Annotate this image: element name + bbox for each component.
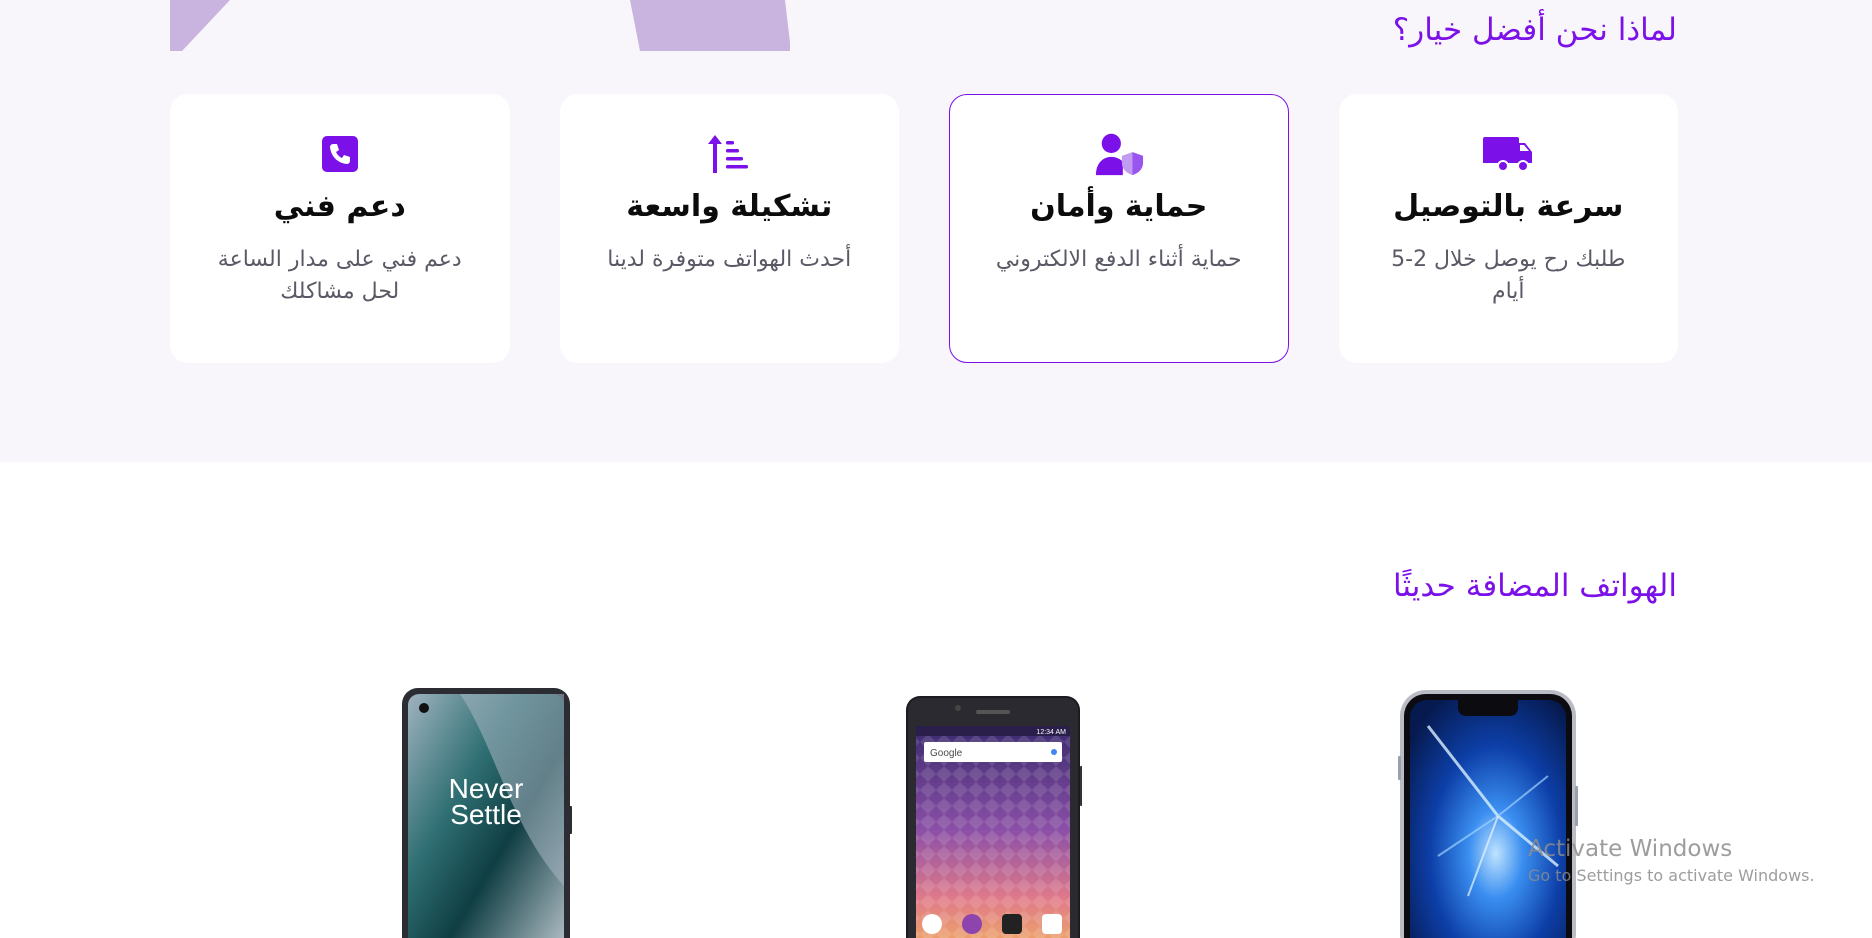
new-phones-heading: الهواتف المضافة حديثًا bbox=[1392, 568, 1677, 604]
svg-text:Settle: Settle bbox=[450, 799, 522, 830]
sort-up-icon bbox=[704, 131, 754, 177]
features-list: سرعة بالتوصيل طلبك رح يوصل خلال 2-5 أيام… bbox=[170, 94, 1678, 363]
user-shield-icon bbox=[1094, 131, 1144, 177]
hero-decoration bbox=[170, 0, 790, 51]
svg-text:12:34 AM: 12:34 AM bbox=[1036, 729, 1066, 736]
truck-icon bbox=[1483, 131, 1533, 177]
feature-card-variety: تشكيلة واسعة أحدث الهواتف متوفرة لدينا bbox=[559, 94, 899, 363]
why-us-heading: لماذا نحن أفضل خيار؟ bbox=[1392, 12, 1677, 48]
feature-description: حماية أثناء الدفع الالكتروني bbox=[995, 247, 1242, 272]
oneplus-product-image[interactable]: Never Settle bbox=[400, 686, 572, 938]
feature-title: تشكيلة واسعة bbox=[626, 189, 833, 224]
windows-activation-watermark: Activate Windows Go to Settings to activ… bbox=[1528, 836, 1815, 885]
feature-title: حماية وأمان bbox=[1030, 189, 1208, 224]
feature-title: دعم فني bbox=[273, 189, 406, 224]
feature-description: دعم فني على مدار الساعة لحل مشاكلك bbox=[217, 247, 462, 304]
svg-text:Google: Google bbox=[930, 748, 963, 759]
feature-card-security: حماية وأمان حماية أثناء الدفع الالكتروني bbox=[949, 94, 1289, 363]
feature-title: سرعة بالتوصيل bbox=[1393, 189, 1624, 224]
feature-card-delivery: سرعة بالتوصيل طلبك رح يوصل خلال 2-5 أيام bbox=[1338, 94, 1678, 363]
iphone-product-image[interactable] bbox=[1398, 686, 1578, 938]
blu-phone-product-image[interactable]: 12:34 AM Google bbox=[904, 686, 1082, 938]
phone-icon bbox=[315, 131, 365, 177]
feature-description: أحدث الهواتف متوفرة لدينا bbox=[607, 247, 852, 272]
why-us-section: لماذا نحن أفضل خيار؟ سرعة بالتوصيل طلبك … bbox=[0, 0, 1872, 462]
watermark-title: Activate Windows bbox=[1528, 836, 1733, 862]
new-phones-list: Never Settle 12:34 AM Google bbox=[380, 686, 1610, 938]
feature-description: طلبك رح يوصل خلال 2-5 أيام bbox=[1391, 247, 1626, 304]
feature-card-support: دعم فني دعم فني على مدار الساعة لحل مشاك… bbox=[170, 94, 510, 363]
watermark-subtitle: Go to Settings to activate Windows. bbox=[1528, 866, 1815, 885]
